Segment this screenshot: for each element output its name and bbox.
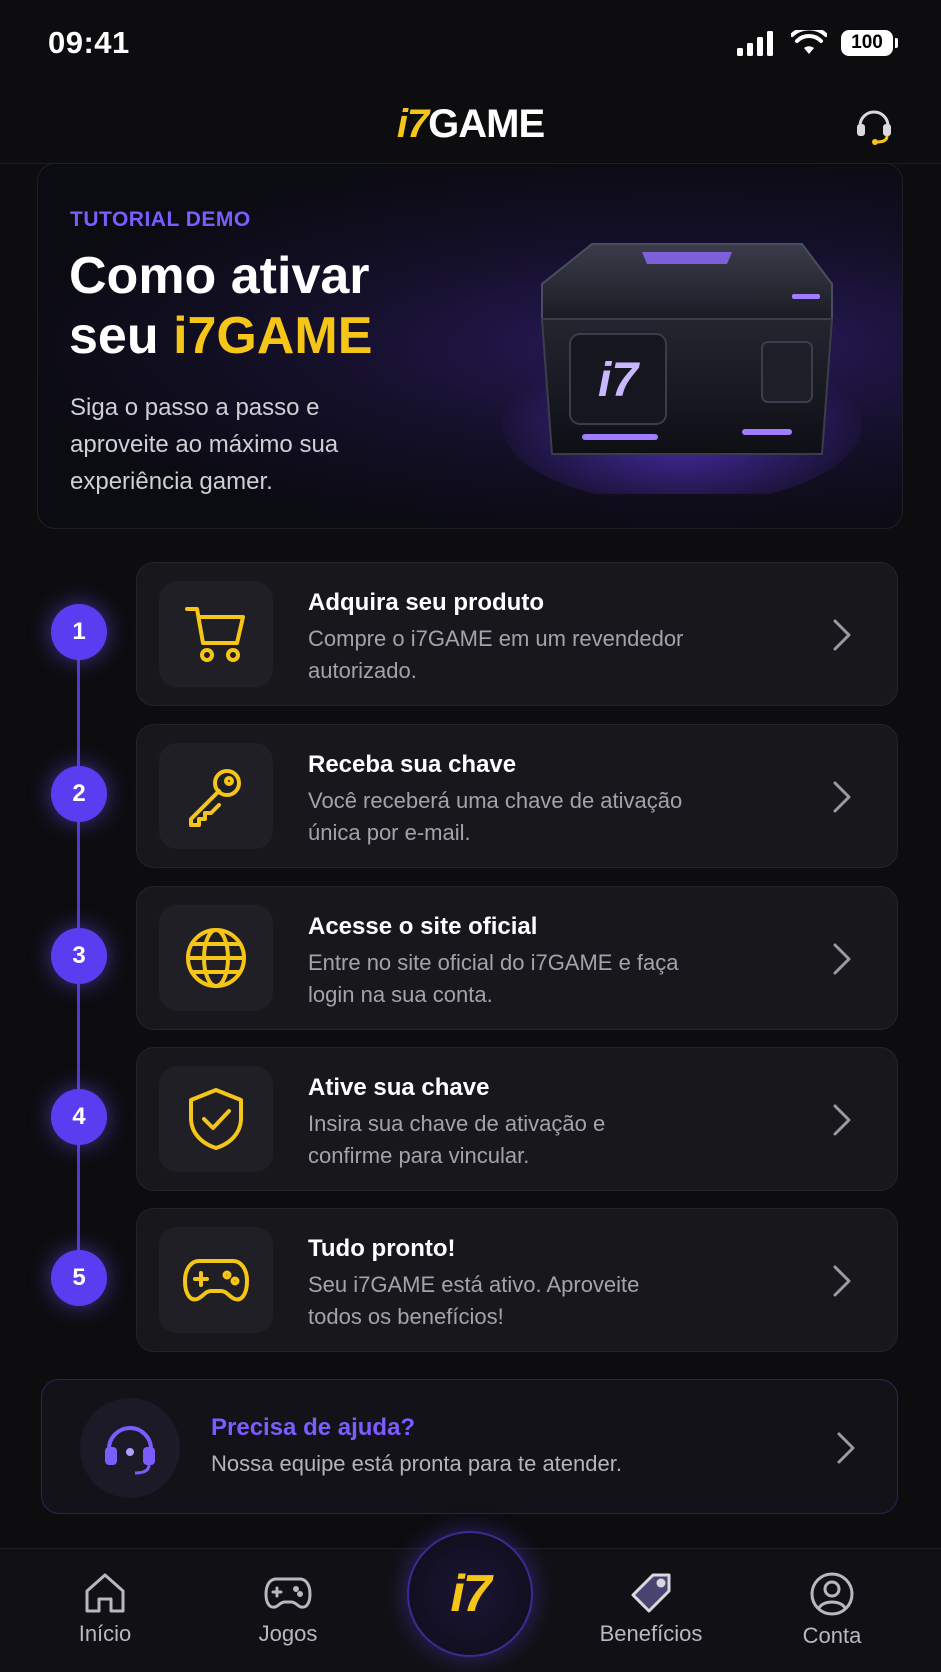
chevron-right-icon [833,1104,851,1136]
status-icons: 100 [737,30,898,56]
step-card-5[interactable]: Tudo pronto! Seu i7GAME está ativo. Apro… [136,1208,898,1352]
gamepad-icon [183,1259,249,1302]
support-button[interactable] [851,102,897,148]
hero-tag: TUTORIAL DEMO [70,208,251,231]
nav-label: Conta [802,1623,862,1648]
help-title: Precisa de ajuda? [211,1414,416,1441]
app-header: i7GAME [0,86,941,164]
step-title: Ative sua chave [308,1074,490,1101]
gamepad-icon [264,1577,312,1609]
headset-icon [105,1426,155,1475]
step-description: Insira sua chave de ativação e confirme … [308,1111,606,1168]
help-icon-container [80,1398,180,1498]
hero-title-line2: seu i7GAME [69,306,372,366]
home-icon [85,1573,125,1613]
globe-icon [186,928,246,988]
step-icon-container [159,581,273,687]
step-title: Receba sua chave [308,751,517,778]
chevron-right-icon [833,781,851,813]
step-card-3[interactable]: Acesse o site oficial Entre no site ofic… [136,886,898,1030]
step-number-4: 4 [51,1089,107,1145]
logo-game: GAME [428,102,545,146]
step-card-1[interactable]: Adquira seu produto Compre o i7GAME em u… [136,562,898,706]
battery-indicator: 100 [841,30,898,56]
step-icon-container [159,743,273,849]
nav-label: Início [78,1621,132,1646]
step-description: Entre no site oficial do i7GAME e faça l… [308,950,679,1007]
hero-title-line1: Como ativar [69,247,370,305]
step-number-2: 2 [51,766,107,822]
signal-icon [737,31,773,56]
step-icon-container [159,1227,273,1333]
hero-title-prefix: seu [69,307,174,365]
chevron-right-icon [837,1432,855,1464]
status-time: 09:41 [48,25,130,60]
hero-description: Siga o passo a passo e aproveite ao máxi… [70,394,339,495]
nav-center-button[interactable]: i7 [407,1531,533,1657]
step-description: Seu i7GAME está ativo. Aproveite todos o… [308,1272,640,1329]
step-number-1: 1 [51,604,107,660]
tag-icon [631,1573,671,1613]
nav-item-conta[interactable]: Conta [752,1571,912,1649]
nav-center-logo: i7 [450,1565,491,1623]
step-icon-container [159,905,273,1011]
step-number-5: 5 [51,1250,107,1306]
nav-item-inicio[interactable]: Início [25,1571,185,1647]
user-icon [810,1572,854,1616]
hero-title-accent: i7GAME [173,307,373,365]
chevron-right-icon [833,1265,851,1297]
status-bar: 09:41 100 [0,0,941,86]
nav-item-beneficios[interactable]: Benefícios [571,1571,731,1647]
headset-icon [857,110,891,145]
step-card-4[interactable]: Ative sua chave Insira sua chave de ativ… [136,1047,898,1191]
nav-label: Benefícios [599,1621,703,1646]
step-title: Acesse o site oficial [308,913,538,940]
chevron-right-icon [833,943,851,975]
battery-level: 100 [851,32,883,53]
chest-label: i7 [598,354,640,407]
chevron-right-icon [833,619,851,651]
step-card-2[interactable]: Receba sua chave Você receberá uma chave… [136,724,898,868]
nav-item-jogos[interactable]: Jogos [208,1571,368,1647]
wifi-icon [791,30,827,54]
step-description: Você receberá uma chave de ativação únic… [308,788,683,845]
app-logo: i7GAME [396,102,545,147]
step-description: Compre o i7GAME em um revendedor autoriz… [308,626,684,683]
shield-check-icon [189,1088,243,1150]
step-icon-container [159,1066,273,1172]
key-icon [189,769,241,827]
nav-label: Jogos [258,1621,318,1646]
step-title: Adquira seu produto [308,589,544,616]
loot-chest-image: i7 [502,243,862,494]
step-title: Tudo pronto! [308,1235,456,1262]
cart-icon [185,607,245,662]
help-description: Nossa equipe está pronta para te atender… [211,1451,622,1476]
logo-i7: i7 [396,102,429,146]
step-number-3: 3 [51,928,107,984]
hero-title: Como ativar seu i7GAME [69,246,372,366]
hero-banner: TUTORIAL DEMO Como ativar seu i7GAME Sig… [37,163,903,529]
help-card[interactable]: Precisa de ajuda? Nossa equipe está pron… [41,1379,898,1514]
